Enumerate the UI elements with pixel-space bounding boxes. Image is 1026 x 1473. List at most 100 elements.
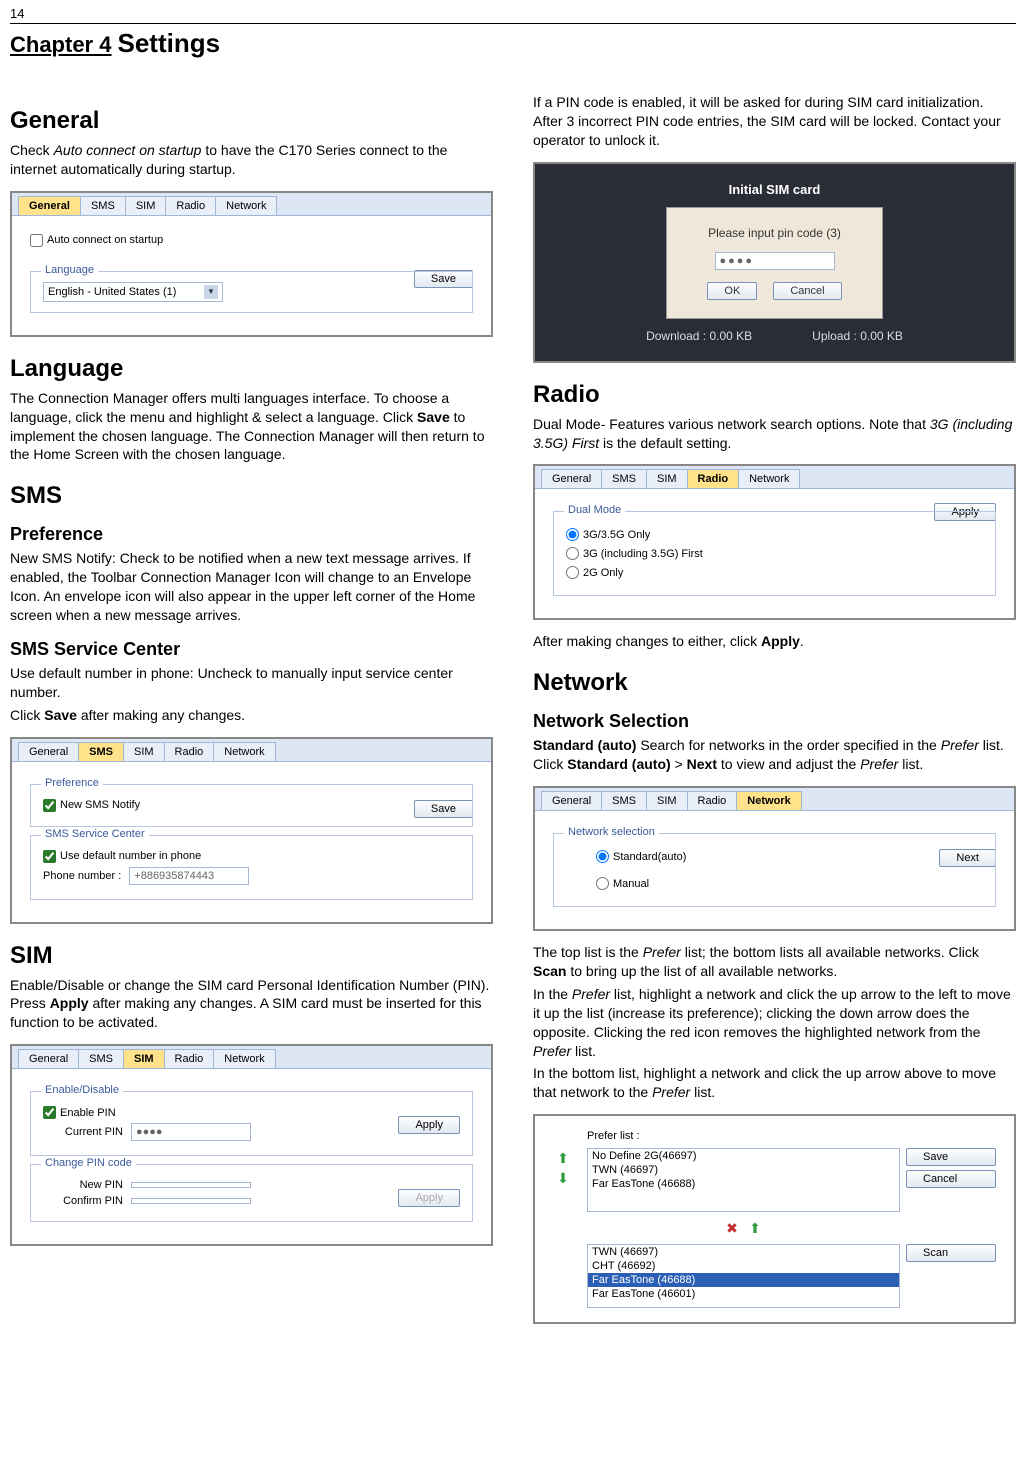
- radio-manual-label: Manual: [613, 878, 649, 890]
- tabbar: General SMS SIM Radio Network: [12, 193, 491, 216]
- prefer-p3: In the bottom list, highlight a network …: [533, 1064, 1016, 1102]
- prefer-p1: The top list is the Prefer list; the bot…: [533, 943, 1016, 981]
- tab-network[interactable]: Network: [213, 742, 275, 761]
- figure-sms: General SMS SIM Radio Network Save Prefe…: [10, 737, 493, 924]
- text-bold: Save: [44, 707, 77, 723]
- group-enable-disable-title: Enable/Disable: [41, 1084, 123, 1096]
- available-listbox[interactable]: TWN (46697) CHT (46692) Far EasTone (466…: [587, 1244, 900, 1308]
- text: In the bottom list, highlight a network …: [533, 1065, 996, 1100]
- ok-button[interactable]: OK: [707, 282, 757, 300]
- text: Check: [10, 142, 54, 158]
- network-selection-paragraph: Standard (auto) Search for networks in t…: [533, 736, 1016, 774]
- list-item[interactable]: No Define 2G(46697): [588, 1149, 899, 1163]
- auto-connect-checkbox[interactable]: [30, 234, 43, 247]
- tab-sms[interactable]: SMS: [601, 791, 647, 810]
- radio-3g-only[interactable]: [566, 528, 579, 541]
- text: list.: [898, 756, 923, 772]
- tab-radio[interactable]: Radio: [687, 469, 740, 488]
- tab-network[interactable]: Network: [213, 1049, 275, 1068]
- apply-button-disabled: Apply: [398, 1189, 460, 1207]
- radio-manual[interactable]: [596, 877, 609, 890]
- tab-radio[interactable]: Radio: [687, 791, 738, 810]
- list-item-selected[interactable]: Far EasTone (46688): [588, 1273, 899, 1287]
- heading-network: Network: [533, 669, 1016, 697]
- list-item[interactable]: TWN (46697): [588, 1245, 899, 1259]
- tab-sim[interactable]: SIM: [123, 1049, 165, 1068]
- tab-general[interactable]: General: [541, 791, 602, 810]
- text-italic: Prefer: [652, 1084, 690, 1100]
- radio-3g-first[interactable]: [566, 547, 579, 560]
- cancel-button[interactable]: Cancel: [773, 282, 841, 300]
- tab-sim[interactable]: SIM: [123, 742, 165, 761]
- tab-sim[interactable]: SIM: [646, 791, 688, 810]
- use-default-number-label: Use default number in phone: [60, 850, 201, 862]
- text: list; the bottom lists all available net…: [681, 944, 979, 960]
- sim-paragraph: Enable/Disable or change the SIM card Pe…: [10, 976, 493, 1033]
- phone-number-input[interactable]: +886935874443: [129, 867, 249, 885]
- page-number: 14: [10, 6, 1016, 21]
- language-select[interactable]: English - United States (1) ▼: [43, 282, 223, 302]
- phone-number-label: Phone number :: [43, 870, 121, 882]
- new-pin-label: New PIN: [43, 1179, 123, 1191]
- text: In the: [533, 986, 572, 1002]
- heading-language: Language: [10, 355, 493, 383]
- list-item[interactable]: Far EasTone (46601): [588, 1287, 899, 1301]
- service-center-para1: Use default number in phone: Uncheck to …: [10, 664, 493, 702]
- tab-sms[interactable]: SMS: [78, 1049, 124, 1068]
- radio-standard-auto-label: Standard(auto): [613, 851, 686, 863]
- tab-sim[interactable]: SIM: [646, 469, 688, 488]
- left-column: General Check Auto connect on startup to…: [10, 89, 493, 1336]
- prefer-listbox[interactable]: No Define 2G(46697) TWN (46697) Far EasT…: [587, 1148, 900, 1212]
- use-default-number-checkbox[interactable]: [43, 850, 56, 863]
- heading-sms: SMS: [10, 482, 493, 510]
- tab-radio[interactable]: Radio: [164, 1049, 215, 1068]
- text: .: [800, 633, 804, 649]
- tab-network[interactable]: Network: [736, 791, 801, 810]
- text-bold: Scan: [533, 963, 566, 979]
- tab-radio[interactable]: Radio: [164, 742, 215, 761]
- arrow-up-to-prefer-icon[interactable]: ⬆: [745, 1218, 765, 1238]
- radio-standard-auto[interactable]: [596, 850, 609, 863]
- tab-network[interactable]: Network: [215, 196, 277, 215]
- scan-button[interactable]: Scan: [906, 1244, 996, 1262]
- current-pin-input[interactable]: ●●●●: [131, 1123, 251, 1141]
- enable-pin-checkbox[interactable]: [43, 1106, 56, 1119]
- confirm-pin-input[interactable]: [131, 1198, 251, 1204]
- text: After making changes to either, click: [533, 633, 761, 649]
- text-italic: Prefer: [533, 1043, 571, 1059]
- apply-button[interactable]: Apply: [398, 1116, 460, 1134]
- tab-sms[interactable]: SMS: [80, 196, 126, 215]
- cancel-button[interactable]: Cancel: [906, 1170, 996, 1188]
- new-pin-input[interactable]: [131, 1182, 251, 1188]
- tab-general[interactable]: General: [18, 196, 81, 215]
- heading-preference: Preference: [10, 524, 493, 545]
- heading-radio: Radio: [533, 381, 1016, 409]
- tab-general[interactable]: General: [18, 1049, 79, 1068]
- text-italic: Prefer: [572, 986, 610, 1002]
- tab-sms[interactable]: SMS: [78, 742, 124, 761]
- group-preference-title: Preference: [41, 777, 103, 789]
- arrow-up-icon[interactable]: ⬆: [553, 1148, 573, 1168]
- arrow-down-icon[interactable]: ⬇: [553, 1168, 573, 1188]
- save-button[interactable]: Save: [906, 1148, 996, 1166]
- text: The Connection Manager offers multi lang…: [10, 390, 449, 425]
- text-bold: Standard (auto): [567, 756, 670, 772]
- radio-2g-only[interactable]: [566, 566, 579, 579]
- new-sms-notify-checkbox[interactable]: [43, 799, 56, 812]
- radio-after-paragraph: After making changes to either, click Ap…: [533, 632, 1016, 651]
- list-item[interactable]: TWN (46697): [588, 1163, 899, 1177]
- tab-general[interactable]: General: [541, 469, 602, 488]
- list-item[interactable]: Far EasTone (46688): [588, 1177, 899, 1191]
- list-item[interactable]: CHT (46692): [588, 1259, 899, 1273]
- text: The top list is the: [533, 944, 643, 960]
- tab-sms[interactable]: SMS: [601, 469, 647, 488]
- tab-radio[interactable]: Radio: [165, 196, 216, 215]
- tabbar: General SMS SIM Radio Network: [535, 788, 1014, 811]
- pin-input[interactable]: ●●●●: [715, 252, 835, 270]
- remove-icon[interactable]: ✖: [722, 1218, 742, 1238]
- tab-general[interactable]: General: [18, 742, 79, 761]
- group-service-center-title: SMS Service Center: [41, 828, 149, 840]
- tab-network[interactable]: Network: [738, 469, 800, 488]
- tab-sim[interactable]: SIM: [125, 196, 167, 215]
- heading-general: General: [10, 107, 493, 135]
